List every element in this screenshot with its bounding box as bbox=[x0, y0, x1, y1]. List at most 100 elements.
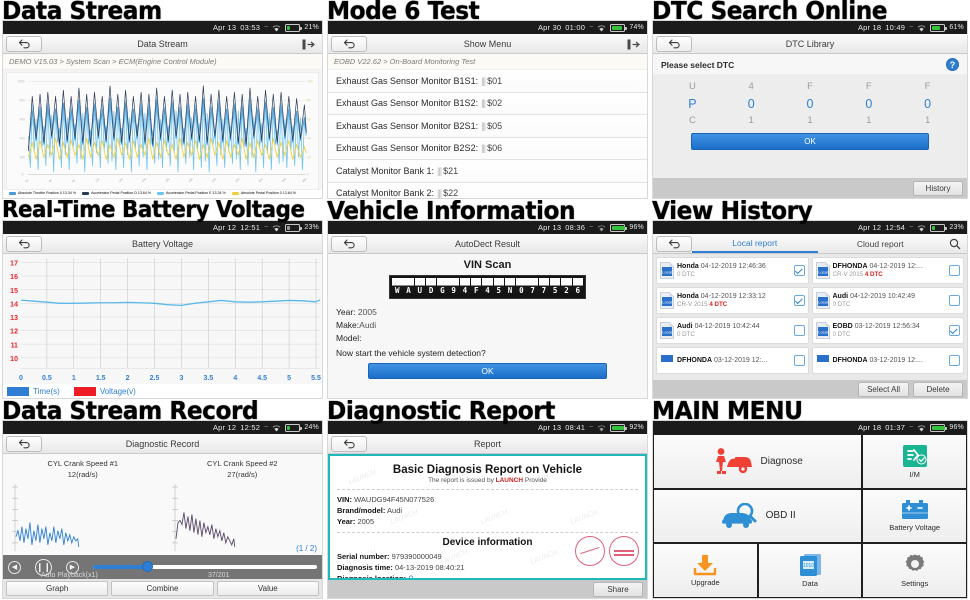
list-item[interactable]: Exhaust Gas Sensor Monitor B2S2: ||| $06 bbox=[328, 137, 647, 160]
ok-button[interactable]: OK bbox=[691, 133, 929, 150]
list-item[interactable]: DFHONDA 03-12-2019 12:... bbox=[811, 347, 964, 374]
battery-voltage-chart[interactable]: 17 16 15 14 13 12 11 10 0 0.5 1 1.5 2 2.5 3 3.5 4 4… bbox=[3, 254, 322, 384]
dtc-above-3[interactable]: F bbox=[839, 80, 898, 94]
panel-view-history: View History Apr 12 12:54 ~ 23% Local re… bbox=[650, 200, 970, 400]
dtc-below-3[interactable]: 1 bbox=[839, 114, 898, 128]
legend-label: Absolute Pedal Position 0 13.64 % bbox=[240, 191, 296, 195]
delete-button[interactable]: Delete bbox=[913, 381, 963, 397]
record-checkbox[interactable] bbox=[793, 355, 805, 366]
tab-combine[interactable]: Combine bbox=[111, 581, 214, 596]
back-button[interactable] bbox=[6, 435, 42, 452]
menu-label-diagnose: Diagnose bbox=[760, 455, 803, 467]
vin-char: D bbox=[425, 278, 437, 296]
tab-cloud-report[interactable]: Cloud report bbox=[818, 234, 944, 253]
report-page[interactable]: LAUNCH LAUNCH LAUNCH LAUNCH LAUNCH LAUNC… bbox=[330, 456, 645, 578]
svg-text:Local: Local bbox=[662, 300, 672, 305]
history-list[interactable]: Local Honda 04-12-2019 12:46:36 0 DTC Loc… bbox=[653, 254, 967, 380]
menu-tile-upgrade[interactable]: Upgrade bbox=[654, 544, 757, 597]
graph-panel-2[interactable]: CYL Crank Speed #2 27(rad/s) bbox=[163, 454, 323, 555]
menu-tile-data[interactable]: 1010 Data bbox=[758, 544, 862, 597]
back-button[interactable] bbox=[331, 435, 367, 452]
list-item[interactable]: Exhaust Gas Sensor Monitor B2S1: ||| $05 bbox=[328, 115, 647, 138]
dtc-below-0[interactable]: C bbox=[663, 114, 722, 128]
record-checkbox[interactable] bbox=[793, 265, 805, 276]
exit-button[interactable] bbox=[298, 37, 318, 51]
back-button[interactable] bbox=[331, 235, 367, 252]
graph-panel-1[interactable]: CYL Crank Speed #1 12(rad/s) bbox=[3, 454, 163, 555]
slider-knob[interactable] bbox=[142, 561, 154, 572]
list-item-text: DFHONDA 03-12-2019 12:... bbox=[833, 356, 947, 365]
vehicle-model-label: Model: bbox=[336, 333, 362, 343]
record-brand: DFHONDA bbox=[832, 263, 868, 270]
record-time: 04-12-2019 10:42:44 bbox=[694, 323, 760, 330]
dtc-below-4[interactable]: 1 bbox=[898, 114, 957, 128]
menu-tile-settings[interactable]: Settings bbox=[863, 544, 966, 597]
back-button[interactable] bbox=[6, 235, 42, 252]
back-button[interactable] bbox=[656, 35, 692, 52]
record-sub: 0 DTC bbox=[832, 301, 851, 308]
dtc-above-0[interactable]: U bbox=[663, 80, 722, 94]
dtc-selected-1[interactable]: 0 bbox=[722, 96, 781, 112]
list-item[interactable]: Catalyst Monitor Bank 2: ||| $22 bbox=[328, 182, 647, 198]
list-item[interactable]: Local Honda 04-12-2019 12:33:12 CR-V 2015… bbox=[656, 287, 809, 314]
svg-text:4.5: 4.5 bbox=[257, 374, 267, 382]
list-item-label: Exhaust Gas Sensor Monitor B2S1: bbox=[336, 120, 479, 131]
dtc-above-4[interactable]: F bbox=[898, 80, 957, 94]
step-back-icon[interactable]: ◀ bbox=[8, 560, 21, 574]
playback-slider[interactable] bbox=[93, 561, 317, 572]
dtc-above-1[interactable]: 4 bbox=[722, 80, 781, 94]
tab-graph[interactable]: Graph bbox=[6, 581, 109, 596]
question-mark-icon[interactable]: ? bbox=[946, 58, 959, 71]
list-item[interactable]: Local Audi 04-12-2019 10:42:49 0 DTC bbox=[811, 287, 964, 314]
select-all-button[interactable]: Select All bbox=[858, 381, 909, 397]
device-screen-battery: Apr 12 12:51 ~ 23% Battery Voltage 17 16… bbox=[2, 220, 323, 399]
report-frame: LAUNCH LAUNCH LAUNCH LAUNCH LAUNCH LAUNC… bbox=[328, 454, 647, 580]
record-checkbox[interactable] bbox=[949, 355, 960, 366]
svg-text:0.5: 0.5 bbox=[42, 374, 52, 382]
exit-button[interactable] bbox=[623, 37, 643, 51]
list-item[interactable]: Local Audi 04-12-2019 10:42:44 0 DTC bbox=[656, 317, 809, 344]
record-brand: EOBD bbox=[832, 323, 853, 330]
breadcrumb: DEMO V15.03 > System Scan > ECM(Engine C… bbox=[3, 54, 322, 70]
record-checkbox[interactable] bbox=[793, 295, 805, 306]
dtc-above-2[interactable]: F bbox=[781, 80, 840, 94]
tab-local-report[interactable]: Local report bbox=[692, 234, 818, 253]
chart-svg: 1000800600 4002000 1008060 40200 0s 4s 8… bbox=[7, 73, 318, 189]
back-button[interactable] bbox=[656, 236, 692, 252]
local-report-icon bbox=[660, 352, 674, 369]
battery-icon bbox=[901, 499, 929, 521]
wifi-icon bbox=[917, 424, 926, 432]
history-button[interactable]: History bbox=[913, 180, 963, 196]
list-item[interactable]: Local EOBD 03-12-2019 12:56:34 0 DTC bbox=[811, 317, 964, 344]
dtc-selected-4[interactable]: 0 bbox=[898, 96, 957, 112]
list-item[interactable]: Catalyst Monitor Bank 1: ||| $21 bbox=[328, 160, 647, 183]
record-checkbox[interactable] bbox=[949, 265, 960, 276]
record-checkbox[interactable] bbox=[793, 325, 805, 336]
dtc-below-1[interactable]: 1 bbox=[722, 114, 781, 128]
menu-tile-diagnose[interactable]: Diagnose bbox=[654, 435, 862, 488]
dtc-selected-3[interactable]: 0 bbox=[839, 96, 898, 112]
back-button[interactable] bbox=[6, 35, 42, 52]
share-button[interactable]: Share bbox=[593, 581, 643, 597]
list-item[interactable]: Local Honda 04-12-2019 12:46:36 0 DTC bbox=[656, 257, 809, 284]
list-item[interactable]: Local DFHONDA 04-12-2019 12:... CR-V 2015… bbox=[811, 257, 964, 284]
dtc-selected-2[interactable]: 0 bbox=[781, 96, 840, 112]
vin-char: 4 bbox=[482, 278, 493, 296]
record-checkbox[interactable] bbox=[949, 325, 960, 336]
record-checkbox[interactable] bbox=[949, 295, 960, 306]
list-item[interactable]: Exhaust Gas Sensor Monitor B1S2: ||| $02 bbox=[328, 92, 647, 115]
data-stream-chart[interactable]: 1000800600 4002000 1008060 40200 bbox=[6, 72, 319, 190]
list-item[interactable]: Exhaust Gas Sensor Monitor B1S1: ||| $01 bbox=[328, 70, 647, 93]
menu-tile-im[interactable]: I/M bbox=[863, 435, 966, 488]
list-item[interactable]: DFHONDA 03-12-2019 12:... bbox=[656, 347, 809, 374]
menu-tile-obd2[interactable]: OBD II bbox=[654, 489, 862, 543]
ok-button[interactable]: OK bbox=[368, 363, 607, 379]
search-icon[interactable] bbox=[943, 234, 967, 253]
dtc-below-2[interactable]: 1 bbox=[781, 114, 840, 128]
back-button[interactable] bbox=[331, 35, 367, 52]
tab-value[interactable]: Value bbox=[216, 581, 319, 596]
record-time: 04-12-2019 12:46:36 bbox=[700, 263, 766, 270]
panel-mode6-test: Mode 6 Test Apr 30 01:00 ~ 74% Show Menu… bbox=[325, 0, 650, 200]
dtc-selected-0[interactable]: P bbox=[663, 96, 722, 112]
menu-tile-battery-voltage[interactable]: Battery Voltage bbox=[863, 489, 966, 543]
